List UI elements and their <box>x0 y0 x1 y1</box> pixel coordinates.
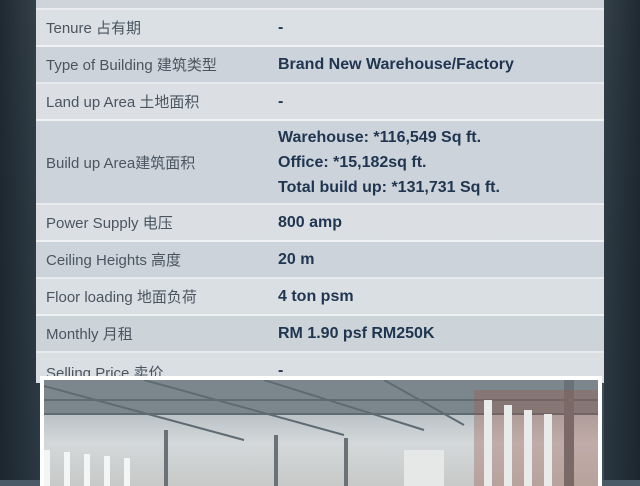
table-row-floor-loading: Floor loading 地面负荷 4 ton psm <box>36 279 604 316</box>
table-row-build-up-area: Build up Area建筑面积 Warehouse: *116,549 Sq… <box>36 121 604 205</box>
monthly-rent-label: Monthly 月租 <box>46 326 133 343</box>
ceiling-height-value: 20 m <box>278 251 315 268</box>
total-build-up-area: Total build up: *131,731 Sq ft. <box>278 178 500 196</box>
background-pillar-left <box>0 0 40 480</box>
tenure-value: - <box>278 19 284 36</box>
land-area-label: Land up Area 土地面积 <box>46 94 200 111</box>
floor-loading-value: 4 ton psm <box>278 288 354 305</box>
warehouse-photo-drawing <box>44 380 598 486</box>
build-up-area-label: Build up Area建筑面积 <box>46 154 196 172</box>
floor-loading-label: Floor loading 地面负荷 <box>46 289 197 306</box>
power-supply-label: Power Supply 电压 <box>46 215 173 232</box>
warehouse-interior-photo <box>40 376 602 486</box>
table-row-partial-top <box>36 0 604 10</box>
property-spec-table: Tenure 占有期 - Type of Building 建筑类型 Brand… <box>36 0 604 383</box>
power-supply-value: 800 amp <box>278 214 343 231</box>
table-row-building-type: Type of Building 建筑类型 Brand New Warehous… <box>36 47 604 84</box>
table-row-land-area: Land up Area 土地面积 - <box>36 84 604 121</box>
building-type-label: Type of Building 建筑类型 <box>46 57 217 74</box>
table-row-power-supply: Power Supply 电压 800 amp <box>36 205 604 242</box>
build-up-area-value: Warehouse: *116,549 Sq ft. Office: *15,1… <box>274 125 604 200</box>
building-type-value: Brand New Warehouse/Factory <box>278 56 514 73</box>
warehouse-photo-image <box>44 380 598 486</box>
table-row-ceiling-height: Ceiling Heights 高度 20 m <box>36 242 604 279</box>
land-area-value: - <box>278 93 284 110</box>
table-row-tenure: Tenure 占有期 - <box>36 10 604 47</box>
warehouse-area: Warehouse: *116,549 Sq ft. <box>278 128 482 146</box>
monthly-rent-value: RM 1.90 psf RM250K <box>278 325 435 342</box>
ceiling-height-label: Ceiling Heights 高度 <box>46 252 182 269</box>
tenure-label: Tenure 占有期 <box>46 20 142 37</box>
background-pillar-right <box>604 0 640 480</box>
office-area: Office: *15,182sq ft. <box>278 153 427 171</box>
table-row-monthly-rent: Monthly 月租 RM 1.90 psf RM250K <box>36 316 604 353</box>
